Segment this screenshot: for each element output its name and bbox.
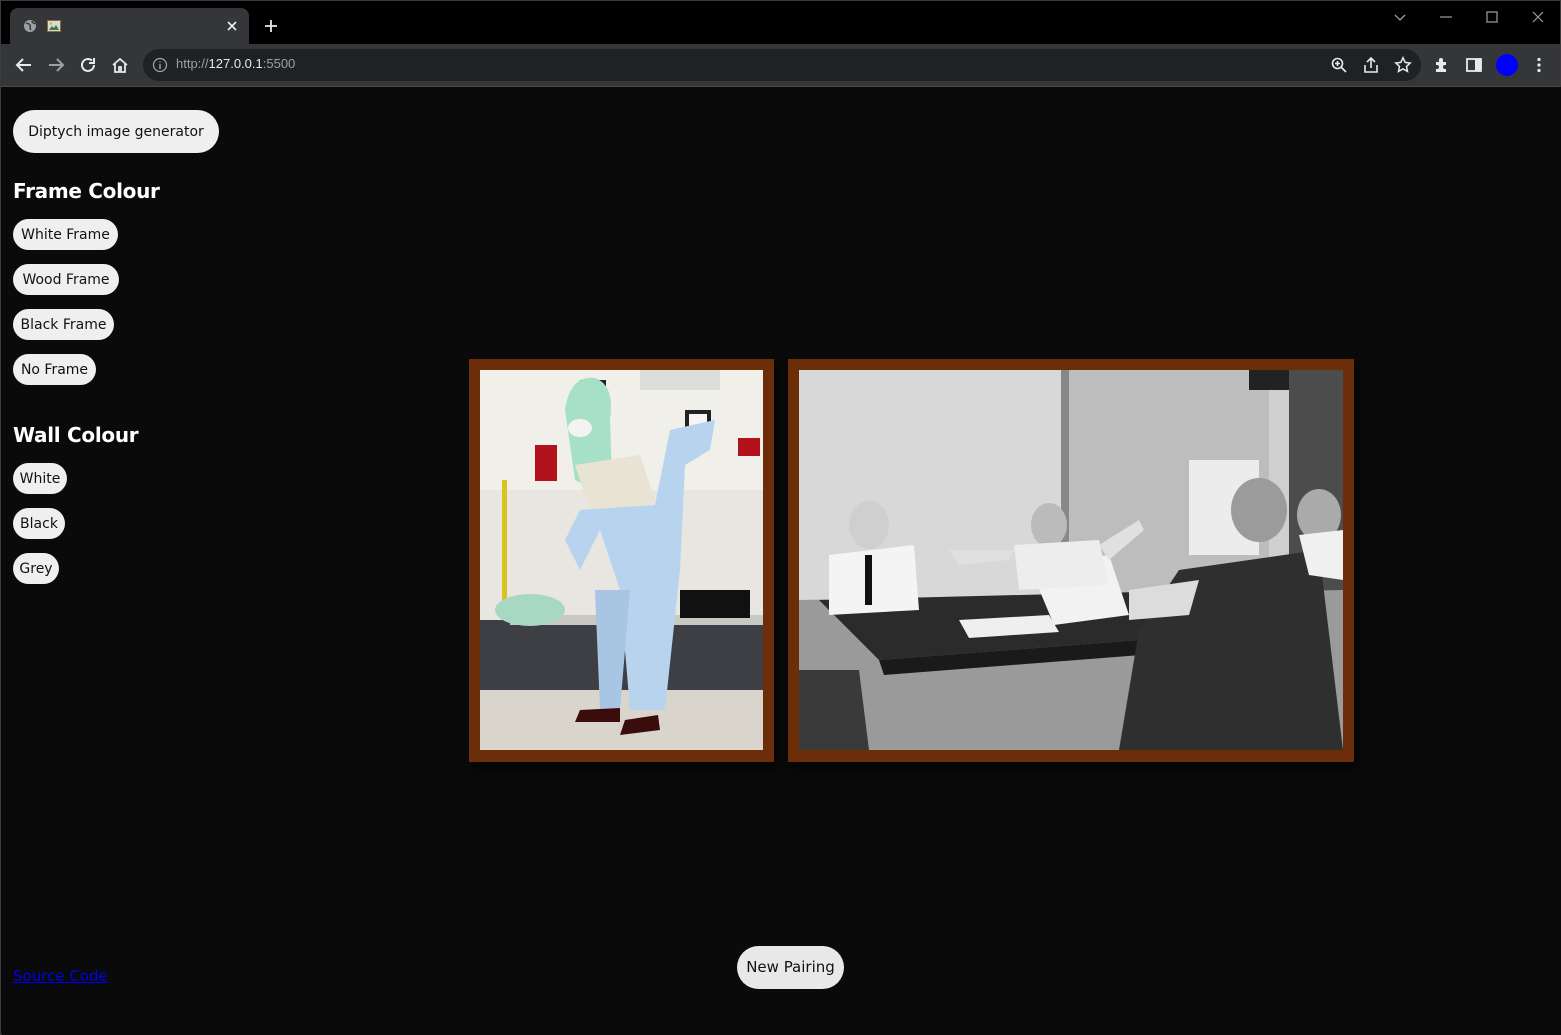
new-tab-icon[interactable]	[263, 18, 279, 34]
url-host: 127.0.0.1	[208, 56, 263, 71]
back-arrow-icon[interactable]	[15, 56, 33, 74]
site-info-icon[interactable]	[152, 57, 168, 73]
source-code-link[interactable]: Source Code	[13, 967, 108, 985]
bookmark-star-icon[interactable]	[1394, 56, 1412, 74]
browser-toolbar: http://127.0.0.1:5500	[1, 44, 1560, 86]
white-wall-button[interactable]: White	[13, 463, 67, 494]
grey-wall-button[interactable]: Grey	[13, 553, 59, 584]
home-icon[interactable]	[111, 56, 129, 74]
zoom-icon[interactable]	[1330, 56, 1348, 74]
tab-search-chevron-icon[interactable]	[1392, 9, 1408, 25]
cleanroom-suit-photo	[480, 370, 763, 750]
globe-icon	[24, 20, 36, 32]
reload-icon[interactable]	[79, 56, 97, 74]
maximize-icon[interactable]	[1484, 9, 1500, 25]
black-frame-button[interactable]: Black Frame	[13, 309, 114, 340]
forward-arrow-icon[interactable]	[47, 56, 65, 74]
diptych-generator-button[interactable]: Diptych image generator	[13, 110, 219, 153]
tab-strip	[1, 1, 1560, 44]
url-text[interactable]: http://127.0.0.1:5500	[176, 56, 295, 71]
page-content: Diptych image generator Frame Colour Whi…	[2, 87, 1561, 1035]
url-port: :5500	[262, 56, 296, 71]
wall-colour-heading: Wall Colour	[13, 423, 139, 447]
black-wall-button[interactable]: Black	[13, 508, 65, 539]
share-icon[interactable]	[1362, 56, 1380, 74]
url-scheme: http://	[176, 56, 209, 71]
new-pairing-button[interactable]: New Pairing	[737, 946, 844, 989]
right-picture-frame	[788, 359, 1354, 762]
extensions-puzzle-icon[interactable]	[1433, 56, 1451, 74]
browser-window: http://127.0.0.1:5500 Diptych image gene…	[0, 0, 1561, 1035]
close-window-icon[interactable]	[1530, 9, 1546, 25]
address-bar[interactable]: http://127.0.0.1:5500	[143, 49, 1421, 81]
browser-tab[interactable]	[10, 8, 249, 44]
frame-colour-heading: Frame Colour	[13, 179, 160, 203]
no-frame-button[interactable]: No Frame	[13, 354, 96, 385]
left-picture-frame	[469, 359, 774, 762]
wood-frame-button[interactable]: Wood Frame	[13, 264, 119, 295]
profile-avatar[interactable]	[1496, 54, 1518, 76]
menu-kebab-icon[interactable]	[1530, 56, 1548, 74]
minimize-icon[interactable]	[1438, 9, 1454, 25]
side-panel-icon[interactable]	[1465, 56, 1483, 74]
meeting-room-photo	[799, 370, 1343, 750]
image-favicon-icon	[47, 20, 61, 32]
close-tab-icon[interactable]	[224, 18, 240, 34]
white-frame-button[interactable]: White Frame	[13, 219, 118, 250]
